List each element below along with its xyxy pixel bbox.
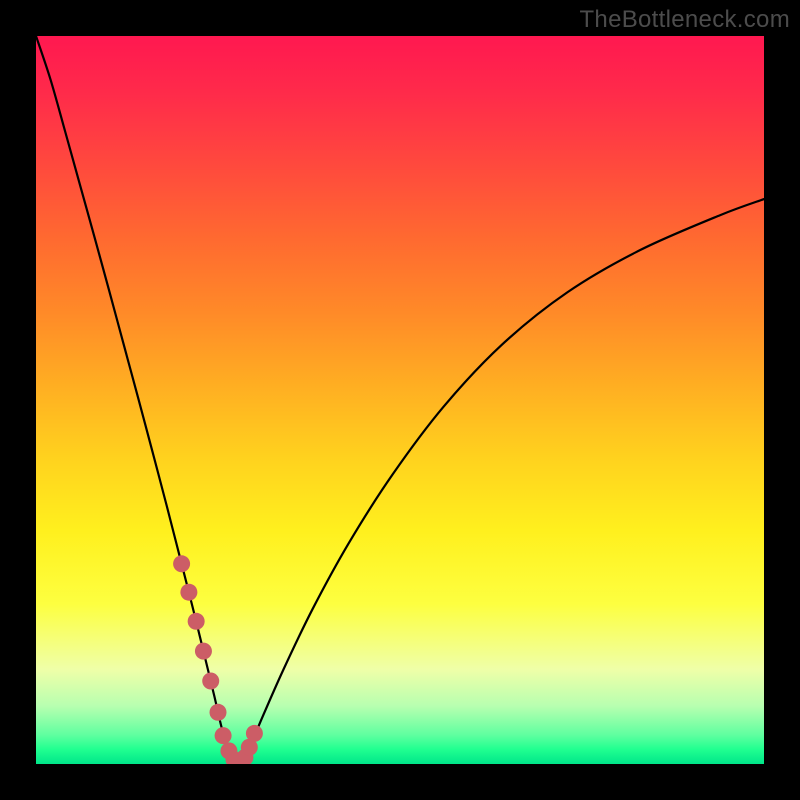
highlight-marker <box>210 704 227 721</box>
highlight-marker <box>246 725 263 742</box>
highlight-marker <box>202 673 219 690</box>
highlight-marker <box>215 727 232 744</box>
highlight-marker <box>180 584 197 601</box>
highlight-marker <box>195 643 212 660</box>
chart-svg <box>36 36 764 764</box>
bottleneck-curve-line <box>36 36 764 763</box>
chart-plot-area <box>36 36 764 764</box>
highlight-marker <box>188 613 205 630</box>
highlight-marker-group <box>173 555 263 764</box>
watermark: TheBottleneck.com <box>579 6 790 34</box>
highlight-marker <box>173 555 190 572</box>
